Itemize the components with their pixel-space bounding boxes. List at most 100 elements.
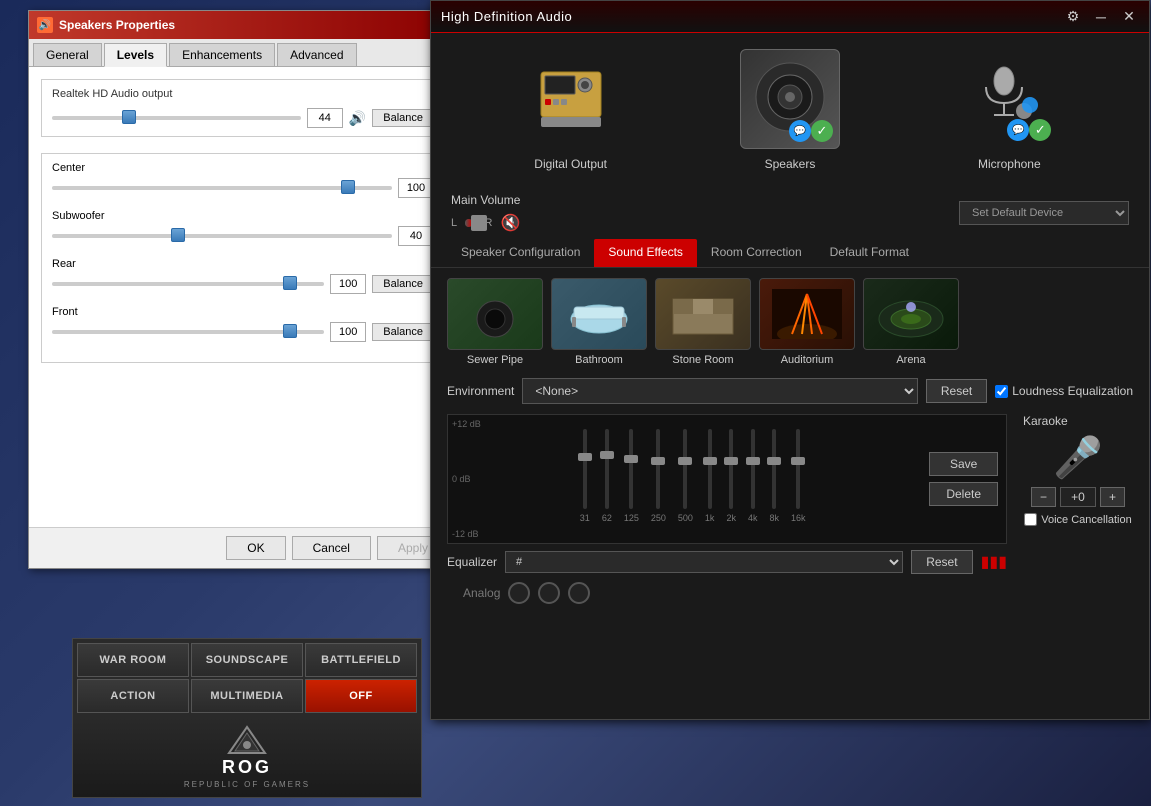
realtek-balance-button[interactable]: Balance [372,109,434,127]
eq-slider-250: 250 [651,429,666,529]
realtek-label: Realtek HD Audio output [52,88,434,100]
rog-war-room-button[interactable]: WAR ROOM [77,643,189,677]
tab-enhancements[interactable]: Enhancements [169,43,275,66]
eq-thumb-16k[interactable] [791,457,805,465]
env-bathroom[interactable]: Bathroom [551,278,647,366]
env-arena-label: Arena [896,354,925,366]
tab-levels[interactable]: Levels [104,43,167,67]
env-stone-room[interactable]: Stone Room [655,278,751,366]
karaoke-minus-button[interactable]: − [1031,487,1056,507]
rog-battlefield-button[interactable]: BATTLEFIELD [305,643,417,677]
device-speakers[interactable]: 💬 ✓ Speakers [740,49,840,171]
device-digital-output[interactable]: Digital Output [521,49,621,171]
center-value[interactable]: 100 [398,178,434,198]
env-arena-img [863,278,959,350]
rear-value[interactable]: 100 [330,274,366,294]
rear-balance-button[interactable]: Balance [372,275,434,293]
eq-thumb-31[interactable] [578,453,592,461]
env-auditorium[interactable]: Auditorium [759,278,855,366]
environment-select[interactable]: <None> [522,378,918,404]
eq-thumb-4k[interactable] [746,457,760,465]
loudness-eq-text: Loudness Equalization [1012,384,1133,398]
speakers-properties-window: 🔊 Speakers Properties ✕ General Levels E… [28,10,458,569]
eq-thumb-500[interactable] [678,457,692,465]
voice-cancellation-checkbox[interactable] [1024,513,1037,526]
rog-logo: ROG REPUBLIC OF GAMERS [184,725,310,789]
hda-window: High Definition Audio ⚙ ─ ✕ [430,0,1150,720]
karaoke-plus-button[interactable]: + [1100,487,1125,507]
cancel-button[interactable]: Cancel [292,536,371,560]
rear-slider-track[interactable] [52,282,324,286]
tab-advanced[interactable]: Advanced [277,43,356,66]
eq-thumb-2k[interactable] [724,457,738,465]
volume-track[interactable] [465,219,476,227]
loudness-eq-checkbox[interactable] [995,385,1008,398]
channels-section[interactable]: Center 100 Subwoofer 40 [41,153,445,363]
eq-slider-2k: 2k [726,429,736,529]
rear-thumb[interactable] [283,276,297,290]
eq-thumb-62[interactable] [600,451,614,459]
loudness-eq-label[interactable]: Loudness Equalization [995,384,1133,398]
microphone-check-badge: ✓ [1029,119,1051,141]
realtek-value[interactable]: 44 [307,108,343,128]
eq-freq-250: 250 [651,513,666,523]
env-reset-button[interactable]: Reset [926,379,987,403]
front-thumb[interactable] [283,324,297,338]
eq-reset-button[interactable]: Reset [911,550,972,574]
eq-freq-125: 125 [624,513,639,523]
realtek-slider-track[interactable] [52,116,301,120]
tab-room-correction[interactable]: Room Correction [697,239,816,267]
hda-close-button[interactable]: ✕ [1119,7,1139,27]
front-balance-button[interactable]: Balance [372,323,434,341]
main-volume-section: Main Volume L R 🔇 Set Default Device [431,187,1149,239]
realtek-slider-thumb[interactable] [122,110,136,124]
eq-thumb-8k[interactable] [767,457,781,465]
env-auditorium-img [759,278,855,350]
default-device-select[interactable]: Set Default Device [959,201,1129,225]
subwoofer-value[interactable]: 40 [398,226,434,246]
env-arena[interactable]: Arena [863,278,959,366]
device-microphone[interactable]: 💬 ✓ Microphone [959,49,1059,171]
analog-circle-1 [508,582,530,604]
eq-delete-button[interactable]: Delete [929,482,998,506]
subwoofer-slider-track[interactable] [52,234,392,238]
analog-circle-3 [568,582,590,604]
rog-soundscape-button[interactable]: SOUNDSCAPE [191,643,303,677]
eq-thumb-125[interactable] [624,455,638,463]
tab-default-format[interactable]: Default Format [816,239,923,267]
eq-freq-62: 62 [602,513,612,523]
eq-freq-2k: 2k [726,513,736,523]
rog-multimedia-button[interactable]: MULTIMEDIA [191,679,303,713]
hda-settings-button[interactable]: ⚙ [1063,7,1083,27]
front-slider-track[interactable] [52,330,324,334]
voice-cancellation-label[interactable]: Voice Cancellation [1024,513,1132,526]
front-value[interactable]: 100 [330,322,366,342]
hda-minimize-button[interactable]: ─ [1091,7,1111,27]
eq-thumb-1k[interactable] [703,457,717,465]
eq-bars-icon[interactable]: ▮▮▮ [981,552,1007,572]
front-slider-row: 100 Balance [52,322,434,342]
sound-effects-content: Sewer Pipe Bathroom [431,268,1149,622]
volume-thumb[interactable] [471,215,487,231]
speakers-tabs: General Levels Enhancements Advanced [29,39,457,67]
eq-slider-500: 500 [678,429,693,529]
env-sewer-pipe[interactable]: Sewer Pipe [447,278,543,366]
ok-button[interactable]: OK [226,536,285,560]
karaoke-mic-icon: 🎤 [1053,434,1103,481]
rog-logo-svg [227,725,267,755]
rog-action-button[interactable]: ACTION [77,679,189,713]
tab-general[interactable]: General [33,43,102,66]
tab-sound-effects[interactable]: Sound Effects [594,239,697,267]
eq-save-button[interactable]: Save [929,452,998,476]
center-slider-track[interactable] [52,186,392,190]
tab-speaker-config[interactable]: Speaker Configuration [447,239,594,267]
eq-thumb-250[interactable] [651,457,665,465]
environment-thumbs: Sewer Pipe Bathroom [447,278,1133,366]
subwoofer-slider-row: 40 [52,226,434,246]
subwoofer-thumb[interactable] [171,228,185,242]
eq-preset-select[interactable]: # [505,551,903,573]
analog-section: Analog [447,574,1133,612]
rog-off-button[interactable]: OFF [305,679,417,713]
vol-mute-icon[interactable]: 🔇 [500,213,520,233]
center-thumb[interactable] [341,180,355,194]
